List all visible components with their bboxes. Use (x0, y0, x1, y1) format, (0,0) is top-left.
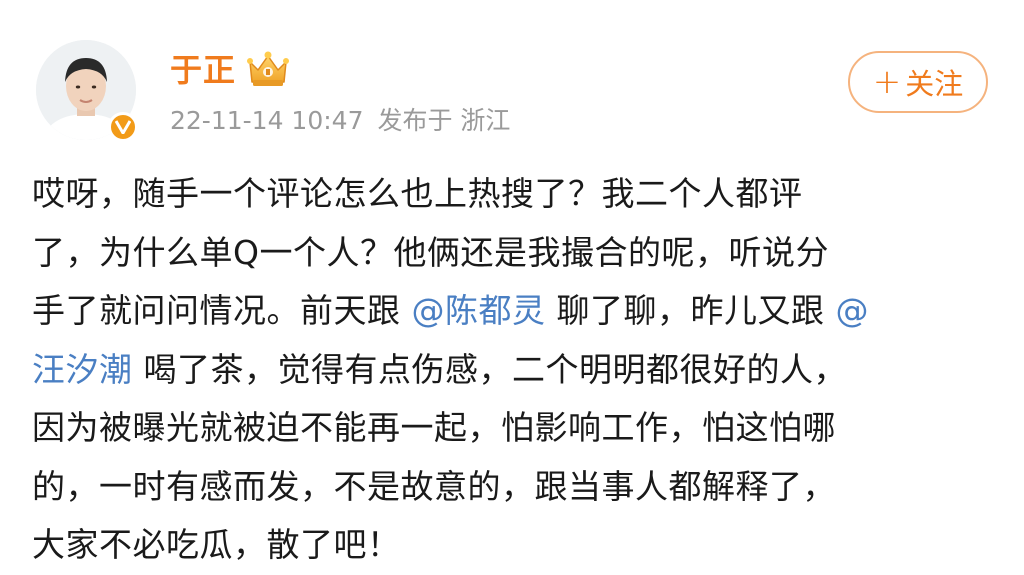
follow-label: 关注 (905, 67, 964, 101)
post-text-segment: 聊了聊，昨儿又跟 (545, 291, 836, 330)
post-text-line: 手了就问问情况。前天跟 @陈都灵 聊了聊，昨儿又跟 @ (32, 282, 992, 341)
post-header: 于正 22-11-14 10:47 发布于 浙江 + 关注 (0, 0, 1024, 160)
post-body: 哎呀，随手一个评论怎么也上热搜了？我二个人都评 了，为什么单Q一个人？他俩还是我撮… (32, 165, 992, 575)
post-meta: 22-11-14 10:47 发布于 浙江 (170, 104, 510, 138)
verified-v-icon (108, 112, 138, 142)
post-text-line: 哎呀，随手一个评论怎么也上热搜了？我二个人都评 (32, 165, 992, 224)
author-name[interactable]: 于正 (170, 50, 236, 90)
post-timestamp: 22-11-14 10:47 (170, 106, 364, 135)
crown-icon[interactable] (244, 50, 292, 90)
watermark (420, 540, 580, 554)
post-text-line: 的，一时有感而发，不是故意的，跟当事人都解释了， (32, 458, 992, 517)
post-location: 发布于 浙江 (377, 106, 511, 135)
post-text-segment: 喝了茶，觉得有点伤感，二个明明都很好的人， (132, 349, 847, 389)
post-text-segment: 大家不必吃瓜，散了吧！ (32, 525, 401, 564)
post-text-line: 汪汐潮 喝了茶，觉得有点伤感，二个明明都很好的人， (32, 341, 992, 400)
post-text-segment: 手了就问问情况。前天跟 (32, 291, 412, 330)
post-text-line: 了，为什么单Q一个人？他俩还是我撮合的呢，听说分 (32, 224, 992, 283)
post-text-segment: 的，一时有感而发，不是故意的，跟当事人都解释了， (32, 466, 836, 506)
avatar-container[interactable] (36, 40, 138, 142)
mention-link[interactable]: 汪汐潮 (32, 350, 133, 389)
plus-icon: + (872, 62, 902, 102)
follow-button[interactable]: + 关注 (848, 51, 988, 113)
mention-link[interactable]: @陈都灵 (412, 291, 546, 330)
mention-link[interactable]: @ (835, 291, 869, 330)
post-text-segment: 哎呀，随手一个评论怎么也上热搜了？我二个人都评 (32, 174, 803, 213)
post-text-segment: 因为被曝光就被迫不能再一起，怕影响工作，怕这怕哪 (32, 408, 836, 447)
post-text-line: 因为被曝光就被迫不能再一起，怕影响工作，怕这怕哪 (32, 399, 992, 458)
post-text-segment: 了，为什么单Q一个人？他俩还是我撮合的呢，听说分 (32, 232, 829, 272)
